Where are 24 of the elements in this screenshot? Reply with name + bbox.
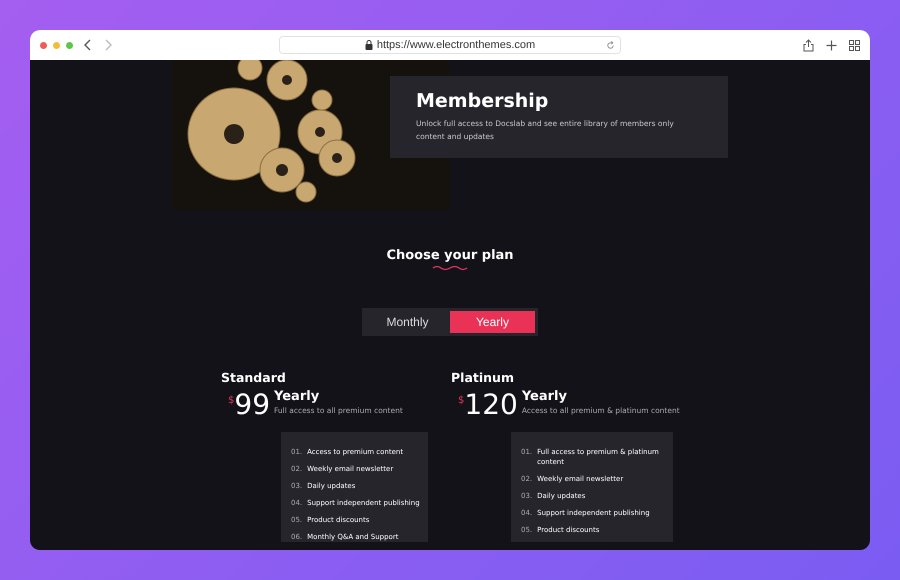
plan-name: Standard <box>221 370 287 385</box>
tabs-grid-icon[interactable] <box>849 40 860 50</box>
section-title: Choose your plan <box>386 248 514 263</box>
billing-option[interactable]: Monthly <box>365 311 450 333</box>
maximize-icon[interactable] <box>66 42 73 48</box>
currency-symbol: $ <box>458 395 464 406</box>
wavy-underline-icon <box>432 265 468 271</box>
close-icon[interactable] <box>40 42 47 48</box>
share-icon[interactable] <box>803 38 814 52</box>
currency-symbol: $ <box>228 395 234 406</box>
billing-period: Yearly <box>522 389 568 404</box>
lock-icon <box>364 40 373 50</box>
billing-period: Yearly <box>274 389 320 404</box>
forward-icon[interactable] <box>103 39 113 51</box>
membership-title: Membership <box>416 90 550 112</box>
billing-option[interactable]: Yearly <box>450 311 535 333</box>
plus-icon[interactable] <box>826 40 837 50</box>
plan-name: Platinum <box>451 370 515 385</box>
price-amount: 120 <box>464 389 518 421</box>
url-text: https://www.electronthemes.com <box>376 39 536 51</box>
reload-icon[interactable] <box>606 40 615 50</box>
address-bar[interactable]: https://www.electronthemes.com <box>279 36 621 54</box>
back-icon[interactable] <box>83 39 93 51</box>
price-amount: 99 <box>234 389 270 421</box>
